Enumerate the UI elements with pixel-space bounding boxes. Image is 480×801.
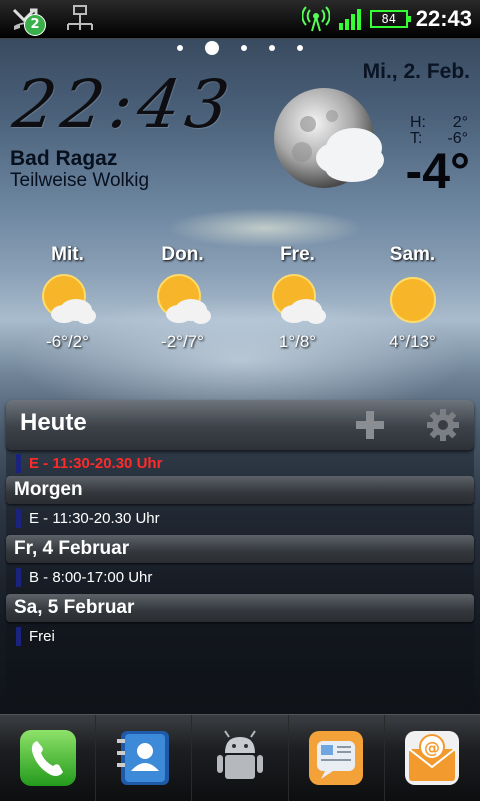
forecast-temps: 4°/13°: [389, 332, 436, 351]
section-label: Morgen: [14, 479, 83, 500]
email-icon[interactable]: @: [403, 729, 461, 787]
forecast-day[interactable]: Fre. 1°/8°: [240, 244, 355, 352]
app-dock: @: [0, 714, 480, 801]
agenda-widget[interactable]: Heute E - 11:30-20.30 Uhr Morgen E - 11:…: [6, 400, 474, 710]
signal-icon: [338, 9, 361, 30]
event-color-bar: [16, 626, 21, 646]
section-label: Sa, 5 Februar: [14, 597, 135, 618]
notification-count-badge: 2: [24, 14, 46, 36]
agenda-section-morgen: Morgen: [6, 476, 474, 504]
forecast-day-label: Sam.: [389, 244, 436, 265]
event-color-bar: [16, 567, 21, 587]
dock-app-drawer[interactable]: [192, 715, 289, 801]
event-color-bar: [16, 453, 21, 473]
forecast-day-label: Fre.: [280, 244, 315, 265]
notification-area[interactable]: [10, 4, 98, 34]
battery-icon: 84: [369, 10, 411, 28]
forecast-day[interactable]: Sam. 4°/13°: [355, 244, 470, 352]
page-dot[interactable]: [241, 45, 247, 51]
agenda-event[interactable]: E - 11:30-20.30 Uhr: [16, 507, 160, 529]
phone-icon[interactable]: [19, 729, 77, 787]
event-color-bar: [16, 508, 21, 528]
high-label: H:: [410, 114, 426, 131]
forecast-temps: 1°/8°: [278, 332, 317, 351]
weather-condition: Teilweise Wolkig: [10, 170, 150, 191]
wifi-hotspot-icon: [301, 6, 330, 32]
messaging-icon[interactable]: [307, 729, 365, 787]
app-drawer-icon[interactable]: [211, 729, 269, 787]
agenda-header: Heute: [6, 400, 474, 450]
moon-cloud-icon: [274, 88, 384, 188]
usb-debug-icon: [67, 5, 93, 30]
settings-gear-icon[interactable]: [426, 408, 460, 442]
status-clock: 22:43: [415, 6, 472, 31]
date-label: Mi., 2. Feb.: [362, 60, 470, 83]
forecast-day[interactable]: Mit. -6°/2°: [10, 244, 125, 352]
sun-cloud-icon: [41, 274, 96, 324]
dock-messaging[interactable]: [289, 715, 385, 801]
forecast-temps: -2°/7°: [161, 332, 204, 351]
event-text: E - 11:30-20.30 Uhr: [29, 454, 163, 472]
add-event-icon[interactable]: [354, 409, 386, 441]
contacts-icon[interactable]: [115, 729, 173, 787]
agenda-section-fr-4-februar: Fr, 4 Februar: [6, 535, 474, 563]
event-text: Frei: [29, 627, 55, 645]
current-temperature: -4°: [405, 143, 470, 199]
forecast-temps: -6°/2°: [46, 332, 89, 351]
agenda-event-today[interactable]: E - 11:30-20.30 Uhr: [16, 452, 162, 474]
clock-display[interactable]: 22:43: [9, 66, 240, 143]
event-text: B - 8:00-17:00 Uhr: [29, 568, 153, 586]
forecast-day-label: Don.: [161, 244, 204, 265]
agenda-title: Heute: [20, 409, 87, 436]
dock-phone[interactable]: [0, 715, 97, 801]
section-label: Fr, 4 Februar: [14, 538, 130, 559]
sun-icon: [389, 277, 436, 323]
dock-contacts[interactable]: [96, 715, 193, 801]
dock-email[interactable]: @: [385, 715, 480, 801]
high-temp: 2°: [452, 114, 468, 131]
status-bar[interactable]: 2 84 22:43: [0, 0, 480, 39]
event-text: E - 11:30-20.30 Uhr: [29, 509, 160, 527]
forecast-day-label: Mit.: [51, 244, 84, 265]
agenda-section-sa-5-februar: Sa, 5 Februar: [6, 594, 474, 622]
page-dot-active[interactable]: [205, 41, 219, 55]
svg-text:@: @: [424, 738, 440, 757]
forecast-day[interactable]: Don. -2°/7°: [125, 244, 240, 352]
sun-cloud-icon: [271, 274, 326, 324]
home-page-indicator[interactable]: [0, 40, 480, 56]
city-name: Bad Ragaz: [10, 147, 118, 170]
forecast-row[interactable]: Mit. -6°/2° Don. -2°/7° Fre. 1°/8° Sam. …: [10, 244, 470, 352]
sun-cloud-icon: [156, 274, 211, 324]
page-dot[interactable]: [269, 45, 275, 51]
page-dot[interactable]: [177, 45, 183, 51]
page-dot[interactable]: [297, 45, 303, 51]
agenda-event[interactable]: B - 8:00-17:00 Uhr: [16, 566, 152, 588]
agenda-event[interactable]: Frei: [16, 625, 55, 647]
